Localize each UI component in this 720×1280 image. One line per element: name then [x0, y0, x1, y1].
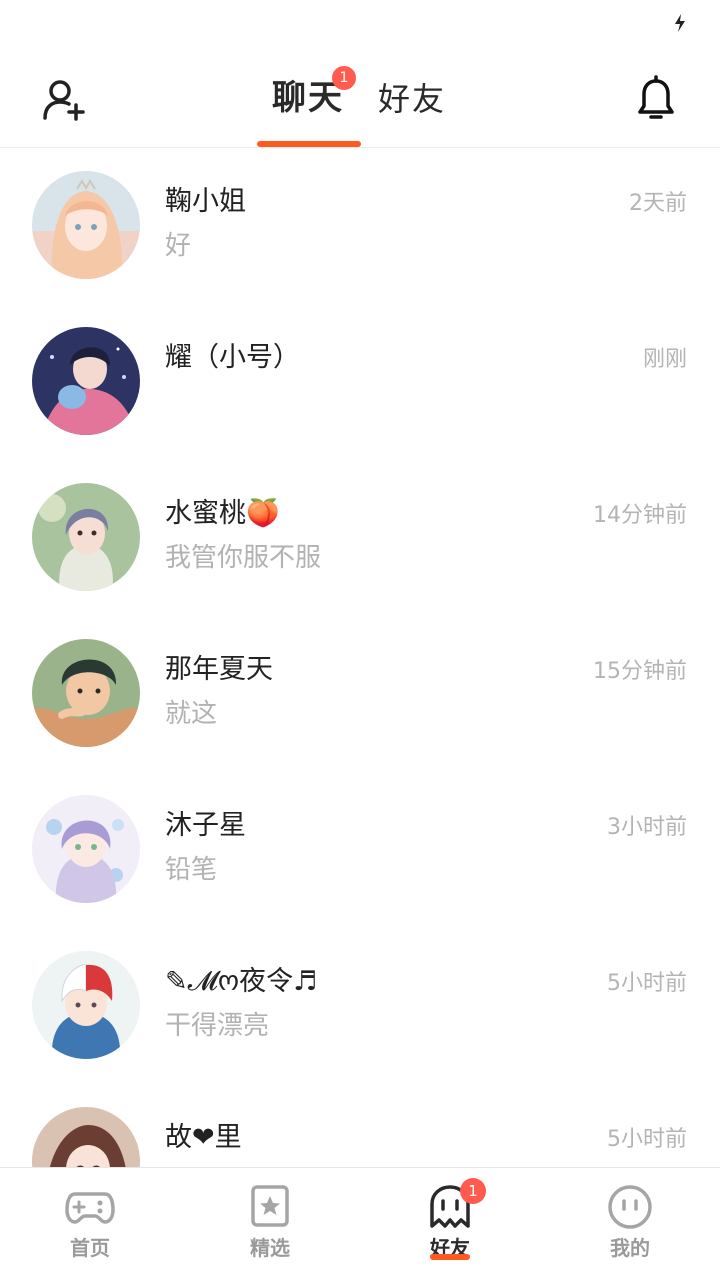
message-preview: 我管你服不服 — [165, 543, 322, 573]
tab-profile-label: 我的 — [610, 1236, 650, 1260]
tab-friends[interactable]: 好友 — [378, 74, 446, 120]
tab-friends-nav[interactable]: 1 好友 — [360, 1168, 540, 1280]
avatar[interactable] — [32, 327, 140, 435]
contact-name: 那年夏天 — [165, 654, 273, 685]
chat-list[interactable]: 鞠小姐 好 2天前 耀（小号） 刚刚 水蜜桃🍑 我管你服不服 14分钟前 那年夏… — [0, 149, 720, 1167]
tab-featured[interactable]: 精选 — [180, 1168, 360, 1280]
contact-name: ✎𝓜ო夜令♬ — [165, 966, 318, 997]
charging-icon — [675, 14, 685, 32]
contact-name: 水蜜桃🍑 — [165, 498, 280, 529]
contact-name: 鞠小姐 — [165, 186, 246, 217]
chat-list-item[interactable]: ✎𝓜ო夜令♬ 干得漂亮 5小时前 — [0, 929, 720, 1085]
avatar[interactable] — [32, 639, 140, 747]
avatar[interactable] — [32, 171, 140, 279]
face-icon — [608, 1185, 652, 1229]
message-time: 5小时前 — [607, 971, 687, 996]
message-preview: 就这 — [165, 699, 218, 729]
message-time: 2天前 — [629, 191, 687, 216]
tab-home-label: 首页 — [70, 1236, 110, 1260]
tab-chat[interactable]: 聊天 1 — [256, 66, 360, 119]
star-bookmark-icon — [251, 1185, 289, 1227]
avatar[interactable] — [32, 951, 140, 1059]
bottom-tab-bar: 首页 精选 1 好友 我的 — [0, 1167, 720, 1280]
message-time: 刚刚 — [642, 347, 687, 372]
message-preview: 好 — [165, 231, 192, 261]
status-bar — [0, 0, 720, 48]
tab-profile[interactable]: 我的 — [540, 1168, 720, 1280]
add-friend-icon[interactable] — [40, 78, 88, 122]
chat-list-item[interactable]: 故❤里 5小时前 — [0, 1085, 720, 1167]
header: 聊天 1 好友 — [0, 48, 720, 148]
message-time: 14分钟前 — [593, 503, 687, 528]
tab-chat-badge: 1 — [332, 66, 356, 90]
chat-list-item[interactable]: 耀（小号） 刚刚 — [0, 305, 720, 461]
chat-list-item[interactable]: 沐子星 铅笔 3小时前 — [0, 773, 720, 929]
tab-featured-label: 精选 — [250, 1236, 290, 1260]
message-time: 3小时前 — [607, 815, 687, 840]
avatar[interactable] — [32, 483, 140, 591]
message-preview: 铅笔 — [165, 855, 218, 885]
message-time: 15分钟前 — [593, 659, 687, 684]
bell-icon[interactable] — [634, 74, 678, 124]
tab-friends-badge: 1 — [460, 1178, 486, 1204]
contact-name: 耀（小号） — [165, 342, 300, 373]
chat-list-item[interactable]: 水蜜桃🍑 我管你服不服 14分钟前 — [0, 461, 720, 617]
gamepad-icon — [65, 1192, 115, 1224]
avatar[interactable] — [32, 795, 140, 903]
chat-list-item[interactable]: 那年夏天 就这 15分钟前 — [0, 617, 720, 773]
contact-name: 沐子星 — [165, 810, 246, 841]
active-nav-indicator — [430, 1254, 470, 1260]
tab-home[interactable]: 首页 — [0, 1168, 180, 1280]
active-tab-indicator — [257, 141, 361, 147]
message-preview: 干得漂亮 — [165, 1011, 270, 1041]
message-time: 5小时前 — [607, 1127, 687, 1152]
chat-list-item[interactable]: 鞠小姐 好 2天前 — [0, 149, 720, 305]
contact-name: 故❤里 — [165, 1122, 242, 1153]
avatar[interactable] — [32, 1107, 140, 1167]
